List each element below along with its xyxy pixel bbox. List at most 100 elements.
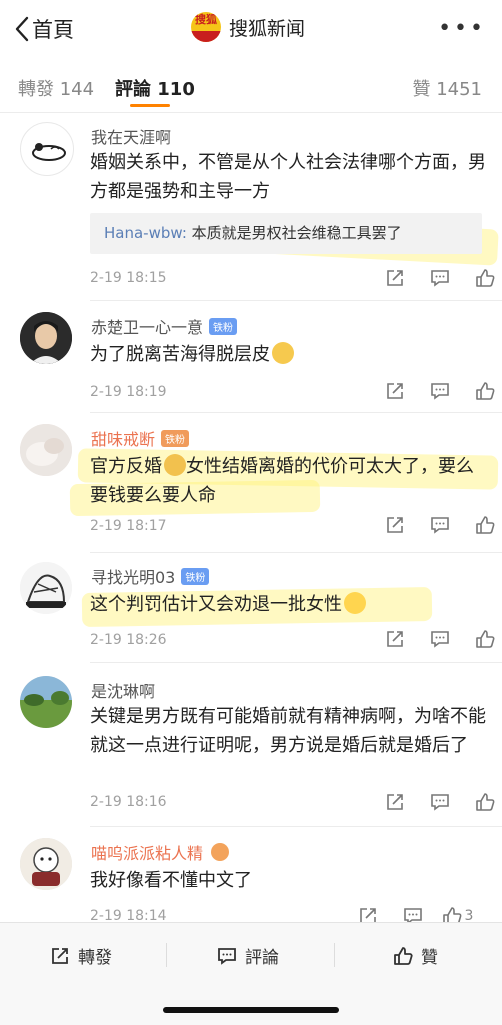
brand[interactable]: 搜狐 搜狐新闻 (191, 12, 305, 42)
bottom-repost-button[interactable]: 轉發 (50, 943, 112, 968)
comment-author[interactable]: 甜味戒断 铁粉 (91, 426, 190, 450)
comment-icon (430, 517, 449, 534)
bottom-like-label: 贊 (421, 948, 438, 968)
share-icon (386, 631, 403, 647)
sweat-emoji-icon (272, 342, 294, 364)
page-title: 搜狐新闻 (229, 17, 306, 40)
comment-time: 2-19 18:17 (90, 518, 167, 534)
avatar[interactable] (20, 312, 72, 364)
comment-text-a: 官方反婚 (90, 456, 162, 477)
author-name: 喵呜派派粘人精 (91, 844, 204, 863)
comment-icon (218, 947, 236, 965)
divider (90, 826, 502, 827)
comment-icon (430, 631, 449, 648)
like-button[interactable] (462, 791, 502, 813)
comment-text: 婚姻关系中，不管是从个人社会法律哪个方面，男方都是强势和主导一方 (90, 152, 486, 202)
thumbs-up-icon (475, 269, 494, 287)
divider (90, 412, 502, 413)
repost-button[interactable] (372, 791, 417, 813)
author-name: 寻找光明03 (91, 568, 176, 587)
more-icon[interactable]: ••• (438, 16, 486, 41)
thumbs-up-icon (394, 946, 413, 965)
chevron-left-icon (15, 16, 29, 42)
comment-author[interactable]: 赤楚卫一心一意 铁粉 (91, 314, 238, 338)
tab-repost[interactable]: 轉發 144 (18, 75, 94, 101)
share-icon (386, 794, 403, 810)
divider (334, 943, 335, 967)
emoji-icon (344, 592, 366, 614)
repost-button[interactable] (372, 628, 417, 650)
comment-icon (430, 794, 449, 811)
fan-badge: 铁粉 (181, 567, 210, 585)
divider (90, 662, 502, 663)
reply-button[interactable] (417, 791, 462, 813)
comment-author[interactable]: 喵呜派派粘人精 (91, 840, 230, 864)
comment-time: 2-19 18:16 (90, 794, 167, 810)
repost-button[interactable] (372, 380, 417, 402)
share-icon (386, 383, 403, 399)
share-icon (386, 517, 403, 533)
comment-actions (372, 514, 502, 536)
comment-time: 2-19 18:19 (90, 384, 167, 400)
home-indicator (163, 1007, 339, 1013)
member-badge-icon (211, 843, 230, 861)
author-name: 我在天涯啊 (91, 128, 172, 147)
like-button[interactable] (462, 628, 502, 650)
avatar[interactable] (20, 122, 74, 176)
avatar[interactable] (20, 424, 72, 476)
comment-actions (372, 267, 502, 289)
comment-item: 我在天涯啊 婚姻关系中，不管是从个人社会法律哪个方面，男方都是强势和主导一方 H… (0, 122, 502, 302)
comment-text: 关键是男方既有可能婚前就有精神病啊，为啥不能就这一点进行证明呢，男方说是婚后就是… (90, 706, 486, 756)
reply-text: 本质就是男权社会维稳工具罢了 (186, 224, 402, 242)
comment-text-body: 这个判罚估计又会劝退一批女性 (90, 594, 342, 615)
comment-item: 甜味戒断 铁粉 官方反婚 女性结婚离婚的代价可太大了，要么要钱要么要人命 2-19 … (0, 424, 502, 554)
thumbs-up-icon (475, 382, 494, 400)
comment-time: 2-19 18:26 (90, 632, 167, 648)
author-name: 是沈琳啊 (91, 682, 156, 701)
back-label: 首頁 (32, 18, 74, 42)
comment-author[interactable]: 我在天涯啊 (91, 124, 171, 148)
reply-box[interactable]: Hana-wbw: 本质就是男权社会维稳工具罢了 (90, 213, 482, 254)
repost-button[interactable] (372, 514, 417, 536)
comment-item: 赤楚卫一心一意 铁粉 为了脱离苦海得脱层皮 2-19 18:19 (0, 312, 502, 414)
back-button[interactable]: 首頁 (14, 14, 74, 44)
like-button[interactable] (462, 514, 502, 536)
reply-button[interactable] (417, 628, 462, 650)
comment-item: 寻找光明03 铁粉 这个判罚估计又会劝退一批女性 2-19 18:26 (0, 562, 502, 664)
share-icon (386, 270, 403, 286)
reply-author[interactable]: Hana-wbw: (104, 224, 187, 242)
avatar[interactable] (20, 676, 72, 728)
comment-actions (372, 380, 502, 402)
doge-emoji-icon (164, 454, 186, 476)
reply-button[interactable] (417, 380, 462, 402)
thumbs-up-icon (475, 630, 494, 648)
comment-text: 为了脱离苦海得脱层皮 (90, 340, 490, 369)
comment-author[interactable]: 寻找光明03 铁粉 (91, 564, 210, 588)
fan-badge: 铁粉 (161, 429, 190, 447)
like-button[interactable] (462, 380, 502, 402)
tab-comment[interactable]: 評論 110 (115, 75, 195, 101)
divider (90, 552, 502, 553)
tab-like[interactable]: 贊 1451 (412, 75, 482, 101)
comment-text: 官方反婚 女性结婚离婚的代价可太大了，要么要钱要么要人命 (90, 452, 490, 510)
reply-button[interactable] (417, 514, 462, 536)
reply-button[interactable] (417, 267, 462, 289)
comment-icon (430, 383, 449, 400)
avatar[interactable] (20, 562, 72, 614)
like-button[interactable] (462, 267, 502, 289)
comment-item: 喵呜派派粘人精 我好像看不懂中文了 2-19 18:14 3 (0, 838, 502, 925)
author-name: 甜味戒断 (91, 430, 156, 449)
comment-author[interactable]: 是沈琳啊 (91, 678, 155, 702)
thumbs-up-icon (475, 516, 494, 534)
avatar[interactable] (20, 838, 72, 890)
thumbs-up-icon (475, 793, 494, 811)
bottom-like-button[interactable]: 贊 (393, 943, 438, 968)
tab-active-indicator (130, 104, 170, 107)
comment-item: 是沈琳啊 关键是男方既有可能婚前就有精神病啊，为啥不能就这一点进行证明呢，男方说… (0, 676, 502, 827)
bottom-comment-button[interactable]: 評論 (217, 943, 279, 968)
divider (166, 943, 167, 967)
comment-time: 2-19 18:15 (90, 270, 167, 286)
fan-badge: 铁粉 (209, 317, 238, 335)
repost-button[interactable] (372, 267, 417, 289)
sohu-logo-text: 搜狐 (195, 13, 217, 26)
